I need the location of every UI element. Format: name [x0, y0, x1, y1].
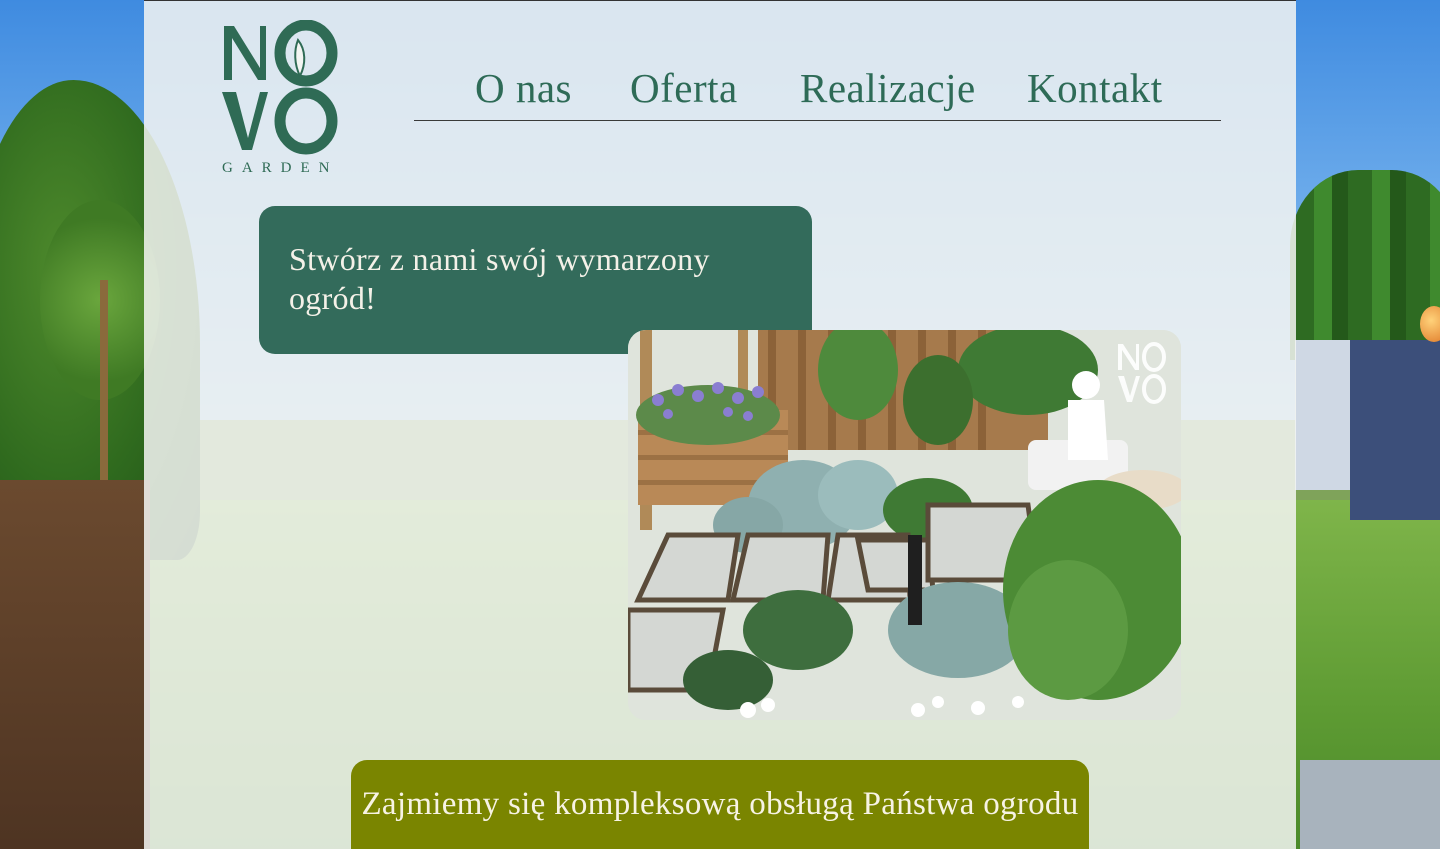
cta-label: Zajmiemy się kompleksową obsługą Państwa… [361, 786, 1079, 822]
full-service-cta-button[interactable]: Zajmiemy się kompleksową obsługą Państwa… [351, 760, 1089, 849]
logo-tagline: GARDEN [222, 160, 339, 176]
main-nav: O nas Oferta Realizacje Kontakt [414, 62, 1221, 121]
novo-garden-logo[interactable]: GARDEN [220, 20, 338, 180]
hero-headline: Stwórz z nami swój wymarzony ogród! [289, 241, 710, 316]
nav-item-o-nas[interactable]: O nas [475, 64, 572, 112]
garden-design-render-image [628, 330, 1181, 720]
nav-item-kontakt[interactable]: Kontakt [1027, 64, 1163, 112]
novo-logo-icon [222, 20, 338, 155]
nav-item-oferta[interactable]: Oferta [630, 64, 738, 112]
nav-item-realizacje[interactable]: Realizacje [800, 64, 976, 112]
